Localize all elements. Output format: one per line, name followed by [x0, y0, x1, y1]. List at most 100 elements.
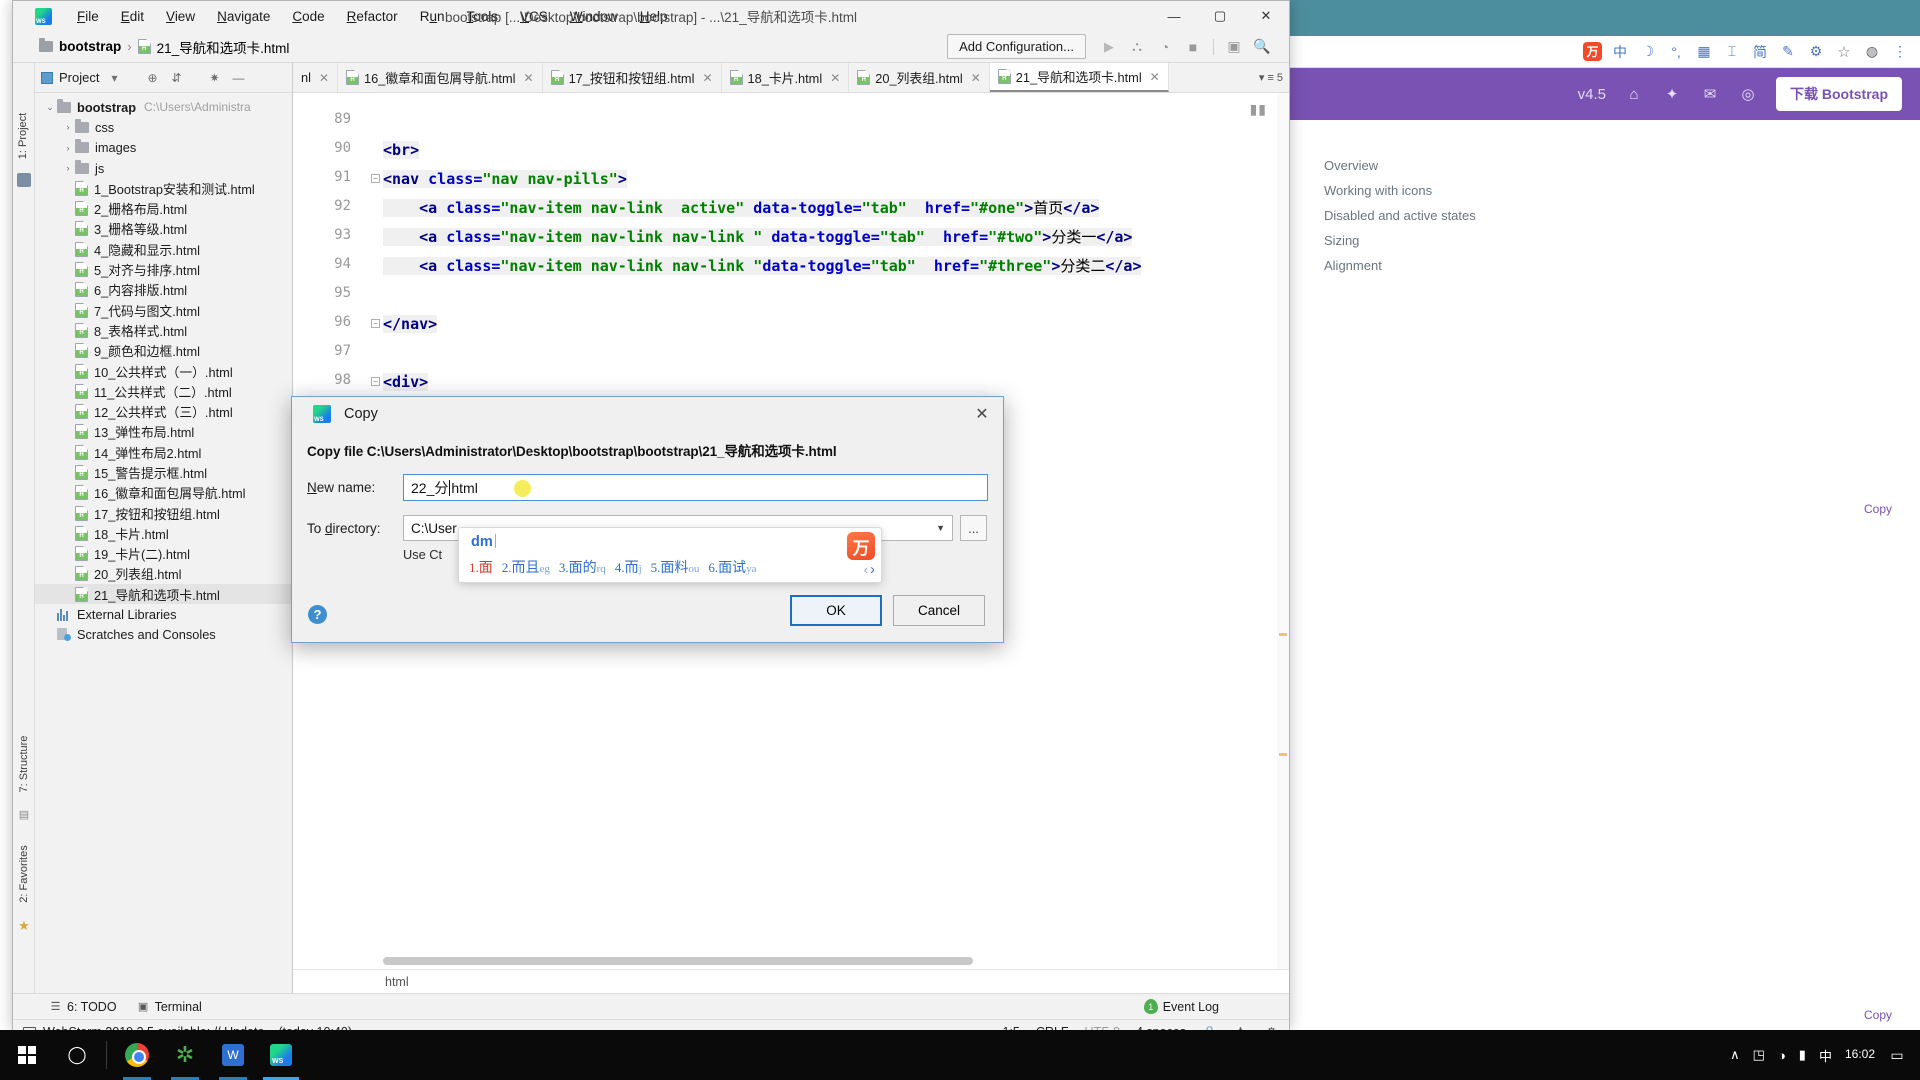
tree-item[interactable]: 21_导航和选项卡.html: [35, 584, 292, 605]
hide-panel-icon[interactable]: —: [229, 69, 247, 87]
debug-icon[interactable]: ⛬: [1124, 34, 1150, 60]
bookmark-star-icon[interactable]: ☆: [1834, 42, 1854, 62]
ime-candidate[interactable]: 6.面试ya: [708, 557, 756, 577]
expand-arrow-icon[interactable]: ›: [61, 163, 75, 173]
tree-item[interactable]: 17_按钮和按钮组.html: [35, 503, 292, 523]
run-with-coverage-icon[interactable]: ◔: [1152, 34, 1178, 60]
tree-item[interactable]: 9_颜色和边框.html: [35, 341, 292, 361]
slack-icon[interactable]: ✉: [1700, 84, 1720, 104]
code-line[interactable]: <a class="nav-item nav-link active" data…: [383, 194, 1100, 223]
tree-item[interactable]: 6_内容排版.html: [35, 280, 292, 300]
ime-moon-icon[interactable]: ☽: [1638, 42, 1658, 62]
copy-code-button[interactable]: Copy: [1864, 502, 1892, 516]
breadcrumb-project[interactable]: bootstrap: [59, 39, 121, 54]
tree-item[interactable]: 16_徽章和面包屑导航.html: [35, 483, 292, 503]
taskbar-app-chrome[interactable]: [113, 1030, 161, 1080]
toc-item-sizing[interactable]: Sizing: [1320, 228, 1620, 253]
search-icon[interactable]: 🔍: [1249, 34, 1275, 60]
volume-icon[interactable]: ◑: [1778, 1048, 1786, 1063]
ime-keyboard-icon[interactable]: ▦: [1694, 42, 1714, 62]
expand-arrow-icon[interactable]: ›: [61, 122, 75, 132]
tree-item[interactable]: 12_公共样式（三）.html: [35, 401, 292, 421]
tree-item[interactable]: 7_代码与图文.html: [35, 300, 292, 320]
editor-tab[interactable]: 20_列表组.html ✕: [849, 63, 990, 92]
toc-item-overview[interactable]: Overview: [1320, 153, 1620, 178]
ime-candidate[interactable]: 4.而j: [615, 557, 642, 577]
tree-item[interactable]: 8_表格样式.html: [35, 320, 292, 340]
tree-item[interactable]: Scratches and Consoles: [35, 625, 292, 645]
code-line[interactable]: <br>: [383, 136, 420, 165]
tree-item[interactable]: 3_栅格等级.html: [35, 219, 292, 239]
menu-help[interactable]: Help: [629, 5, 679, 28]
code-line[interactable]: <nav class="nav nav-pills">: [383, 165, 627, 194]
menu-view[interactable]: View: [155, 5, 206, 28]
ime-tray-icon[interactable]: 中: [1819, 1046, 1832, 1065]
settings-gear-icon[interactable]: ✷: [205, 69, 223, 87]
ime-next-icon[interactable]: ›: [870, 561, 875, 578]
taskbar-app-wechat[interactable]: W: [209, 1030, 257, 1080]
taskbar-app-webstorm[interactable]: [257, 1030, 305, 1080]
maximize-button[interactable]: ▢: [1197, 1, 1243, 31]
tree-item[interactable]: 1_Bootstrap安装和测试.html: [35, 178, 292, 198]
horizontal-scrollbar[interactable]: [383, 957, 973, 965]
menu-window[interactable]: Window: [559, 5, 629, 28]
tree-item[interactable]: 15_警告提示框.html: [35, 462, 292, 482]
sidebar-tab-project[interactable]: 1: Project: [12, 104, 34, 168]
toc-item-disabled-active[interactable]: Disabled and active states: [1320, 203, 1620, 228]
tree-item[interactable]: › css: [35, 117, 292, 137]
tree-item[interactable]: 2_栅格布局.html: [35, 198, 292, 218]
ime-settings-icon[interactable]: ⚙: [1806, 42, 1826, 62]
expand-arrow-icon[interactable]: ›: [61, 143, 75, 153]
copy-code-button[interactable]: Copy: [1864, 1008, 1892, 1022]
close-icon[interactable]: ✕: [830, 71, 840, 85]
chevron-down-icon[interactable]: ▾: [105, 69, 123, 87]
tree-item[interactable]: 10_公共样式（一）.html: [35, 361, 292, 381]
ime-simplified-icon[interactable]: 简: [1750, 42, 1770, 62]
close-icon[interactable]: ✕: [524, 71, 534, 85]
ime-candidate[interactable]: 1.面: [469, 557, 493, 577]
show-hidden-icons-icon[interactable]: ∧: [1730, 1047, 1740, 1063]
editor-tab[interactable]: 18_卡片.html ✕: [722, 63, 850, 92]
code-fold-toggle[interactable]: −: [371, 377, 380, 386]
bootstrap-version[interactable]: v4.5: [1578, 86, 1606, 103]
close-icon[interactable]: ✕: [969, 401, 995, 427]
code-fold-toggle[interactable]: −: [371, 174, 380, 183]
notification-center-icon[interactable]: ▭: [1888, 1047, 1906, 1064]
network-icon[interactable]: ▮: [1799, 1047, 1806, 1063]
tree-item[interactable]: 20_列表组.html: [35, 564, 292, 584]
tree-item[interactable]: 5_对齐与排序.html: [35, 259, 292, 279]
opencollective-icon[interactable]: ◎: [1738, 84, 1758, 104]
ime-chinese-icon[interactable]: 中: [1610, 42, 1630, 62]
tool-window-terminal[interactable]: ▣ Terminal: [137, 1000, 202, 1014]
tree-item[interactable]: › images: [35, 138, 292, 158]
menu-vcs[interactable]: VCS: [509, 5, 559, 28]
code-fold-toggle[interactable]: −: [371, 319, 380, 328]
close-button[interactable]: ✕: [1243, 1, 1289, 31]
ok-button[interactable]: OK: [790, 595, 882, 626]
menu-file[interactable]: File: [66, 5, 110, 28]
chrome-menu-icon[interactable]: ⋮: [1890, 42, 1910, 62]
code-line[interactable]: </nav>: [383, 310, 438, 339]
menu-refactor[interactable]: Refactor: [336, 5, 409, 28]
editor-tab[interactable]: 17_按钮和按钮组.html ✕: [543, 63, 722, 92]
menu-run[interactable]: Run: [409, 5, 456, 28]
chevron-down-icon[interactable]: ▾: [1259, 71, 1265, 84]
ime-candidate-list[interactable]: 1.面 2.而且eg 3.面的rq 4.而j 5.面料ou 6.面试ya: [469, 557, 847, 577]
ime-candidate[interactable]: 2.而且eg: [502, 557, 550, 577]
menu-navigate[interactable]: Navigate: [206, 5, 281, 28]
editor-breadcrumb[interactable]: html: [293, 969, 1289, 993]
chevron-down-icon[interactable]: ▼: [936, 523, 945, 533]
tree-item[interactable]: External Libraries: [35, 604, 292, 624]
cancel-button[interactable]: Cancel: [893, 595, 985, 626]
help-icon[interactable]: ?: [308, 605, 327, 624]
tree-item[interactable]: 14_弹性布局2.html: [35, 442, 292, 462]
sidebar-tab-structure[interactable]: 7: Structure: [13, 724, 35, 804]
tree-item[interactable]: 4_隐藏和显示.html: [35, 239, 292, 259]
tree-item[interactable]: › js: [35, 158, 292, 178]
sidebar-tab-favorites[interactable]: 2: Favorites: [13, 834, 35, 914]
toc-item-alignment[interactable]: Alignment: [1320, 253, 1620, 278]
ime-tray-icon[interactable]: 万: [1583, 42, 1602, 61]
search-button[interactable]: ◯: [54, 1030, 100, 1080]
expand-arrow-icon[interactable]: ⌄: [43, 102, 57, 113]
project-file-tree[interactable]: ⌄ bootstrap C:\Users\Administra › css › images…: [35, 93, 292, 993]
